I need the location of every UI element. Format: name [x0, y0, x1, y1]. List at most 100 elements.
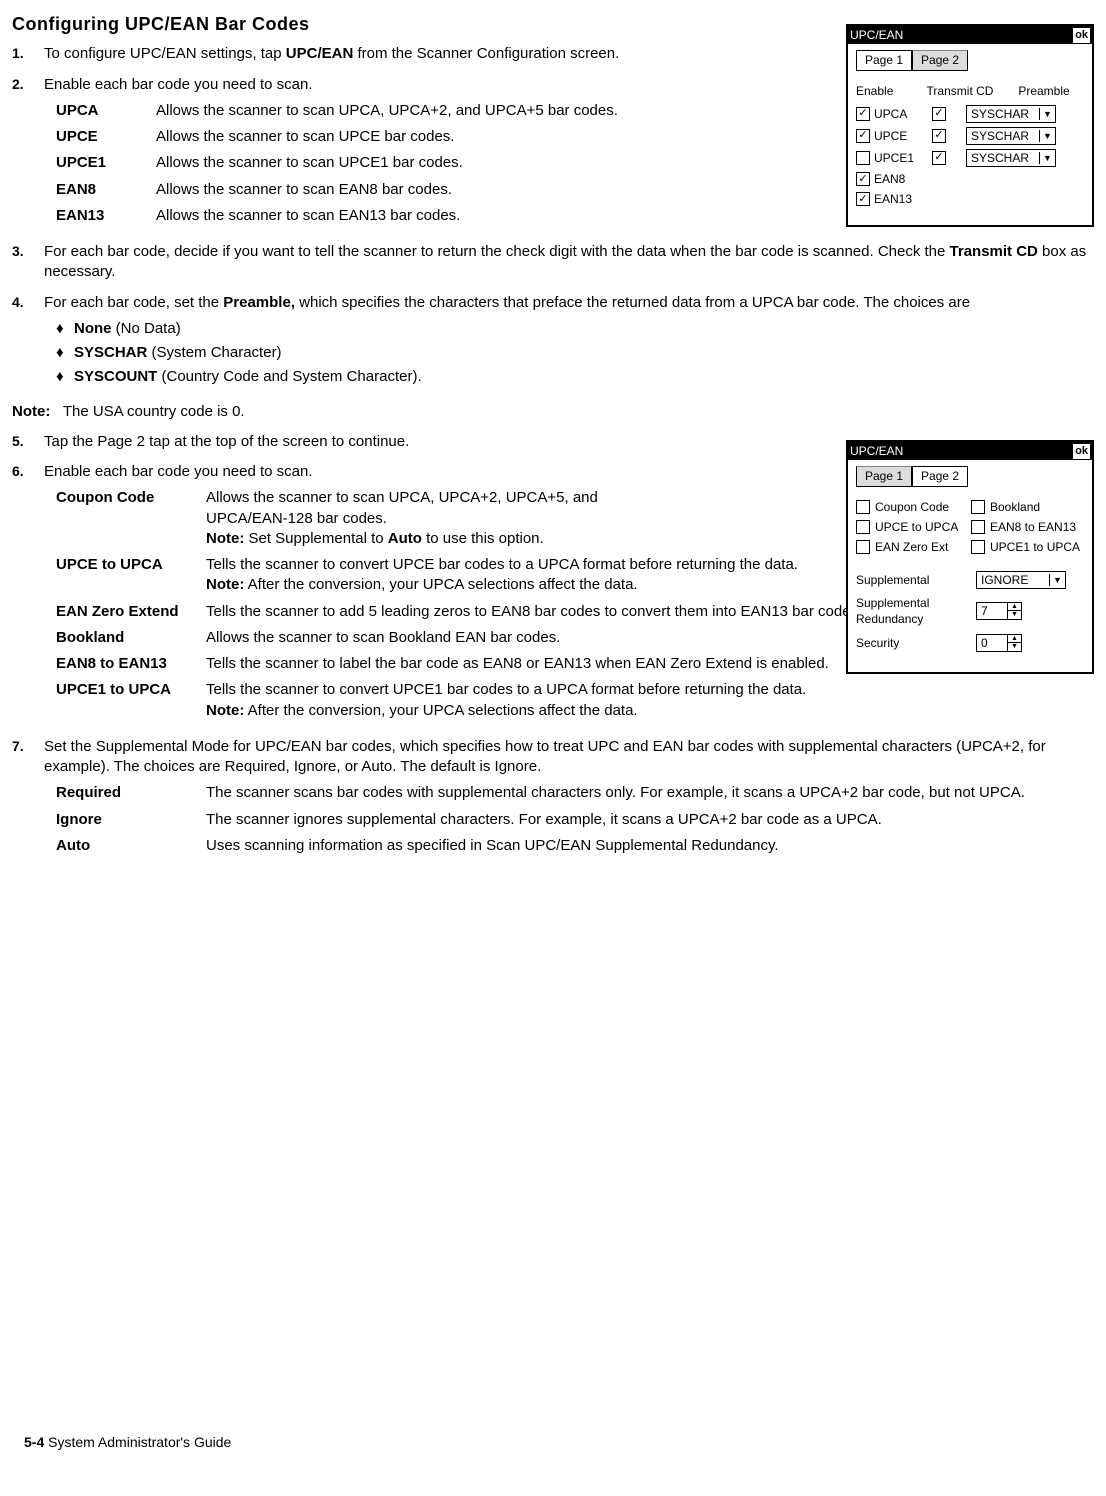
step-number: 5.	[12, 432, 44, 452]
checkbox-enable-upce[interactable]: ✓	[856, 129, 870, 143]
step-number: 7.	[12, 737, 44, 862]
dialog-upc-ean-page2: UPC/EAN ok Page 1 Page 2 Coupon Code Boo…	[846, 440, 1094, 673]
row-ean13: ✓ EAN13	[856, 191, 1084, 207]
dialog1-ok-button[interactable]: ok	[1073, 28, 1090, 43]
tab-page-1[interactable]: Page 1	[856, 50, 912, 70]
label-ean13: EAN13	[874, 191, 926, 207]
arrow-up-icon[interactable]: ▲	[1008, 603, 1021, 611]
step-number: 2.	[12, 75, 44, 233]
select-preamble-upce[interactable]: SYSCHAR▼	[966, 127, 1056, 145]
chevron-down-icon: ▼	[1039, 108, 1055, 120]
arrow-down-icon[interactable]: ▼	[1008, 643, 1021, 651]
term-required: Required	[56, 783, 206, 803]
step-number: 3.	[12, 242, 44, 283]
step-2-text: Enable each bar code you need to scan.	[44, 75, 664, 95]
step-number: 6.	[12, 462, 44, 727]
label-bookland: Bookland	[990, 499, 1040, 515]
checkbox-enable-ean8[interactable]: ✓	[856, 172, 870, 186]
term-ean-zero-extend: EAN Zero Extend	[56, 602, 206, 622]
def-upce1-to-upca: Tells the scanner to convert UPCE1 bar c…	[206, 680, 1094, 721]
term-ignore: Ignore	[56, 810, 206, 830]
checkbox-ean-zero-ext[interactable]	[856, 540, 870, 554]
def-ean13: Allows the scanner to scan EAN13 bar cod…	[156, 206, 664, 226]
checkbox-ean8-to-ean13[interactable]	[971, 520, 985, 534]
header-preamble: Preamble	[994, 83, 1084, 99]
checkbox-bookland[interactable]	[971, 500, 985, 514]
checkbox-upce1-to-upca[interactable]	[971, 540, 985, 554]
tab-page-2[interactable]: Page 2	[912, 50, 968, 70]
label-upce1: UPCE1	[874, 150, 926, 166]
step-3-text: For each bar code, decide if you want to…	[44, 242, 1094, 283]
checkbox-transmit-upca[interactable]: ✓	[932, 107, 946, 121]
term-upce1-to-upca: UPCE1 to UPCA	[56, 680, 206, 721]
arrow-up-icon[interactable]: ▲	[1008, 635, 1021, 643]
row-ean8: ✓ EAN8	[856, 171, 1084, 187]
step-4-text: For each bar code, set the Preamble, whi…	[44, 293, 1094, 313]
term-coupon-code: Coupon Code	[56, 488, 206, 549]
row-upce: ✓ UPCE ✓ SYSCHAR▼	[856, 127, 1084, 145]
term-auto: Auto	[56, 836, 206, 856]
spinner-security[interactable]: 0▲▼	[976, 634, 1022, 652]
chevron-down-icon: ▼	[1039, 152, 1055, 164]
label-security: Security	[856, 635, 976, 651]
def-upce: Allows the scanner to scan UPCE bar code…	[156, 127, 664, 147]
bullet-syscount: ♦SYSCOUNT (Country Code and System Chara…	[44, 367, 1094, 387]
checkbox-coupon-code[interactable]	[856, 500, 870, 514]
step-5-text: Tap the Page 2 tap at the top of the scr…	[44, 432, 694, 452]
label-upca: UPCA	[874, 106, 926, 122]
label-ean8-to-ean13: EAN8 to EAN13	[990, 519, 1076, 535]
dialog2-ok-button[interactable]: ok	[1073, 444, 1090, 459]
term-bookland: Bookland	[56, 628, 206, 648]
label-coupon-code: Coupon Code	[875, 499, 949, 515]
bullet-syschar: ♦SYSCHAR (System Character)	[44, 343, 1094, 363]
term-upca: UPCA	[56, 101, 156, 121]
term-upce-to-upca: UPCE to UPCA	[56, 555, 206, 596]
label-ean8: EAN8	[874, 171, 926, 187]
def-ignore: The scanner ignores supplemental charact…	[206, 810, 1094, 830]
arrow-down-icon[interactable]: ▼	[1008, 611, 1021, 619]
term-ean8-to-ean13: EAN8 to EAN13	[56, 654, 206, 674]
def-auto: Uses scanning information as specified i…	[206, 836, 1094, 856]
checkbox-enable-upca[interactable]: ✓	[856, 107, 870, 121]
select-supplemental[interactable]: IGNORE▼	[976, 571, 1066, 589]
page-footer: 5-4 System Administrator's Guide	[24, 1433, 231, 1452]
header-transmit-cd: Transmit CD	[926, 83, 994, 99]
row-upce1: UPCE1 ✓ SYSCHAR▼	[856, 149, 1084, 167]
def-required: The scanner scans bar codes with supplem…	[206, 783, 1094, 803]
tab-page-2[interactable]: Page 2	[912, 466, 968, 486]
step-7-text: Set the Supplemental Mode for UPC/EAN ba…	[44, 737, 1094, 778]
checkbox-enable-upce1[interactable]	[856, 151, 870, 165]
dialog-upc-ean-page1: UPC/EAN ok Page 1 Page 2 Enable Transmit…	[846, 24, 1094, 227]
step-1-text: To configure UPC/EAN settings, tap UPC/E…	[44, 44, 664, 64]
dialog2-title: UPC/EAN	[850, 443, 903, 459]
def-upca: Allows the scanner to scan UPCA, UPCA+2,…	[156, 101, 664, 121]
label-upce-to-upca: UPCE to UPCA	[875, 519, 958, 535]
term-upce1: UPCE1	[56, 153, 156, 173]
chevron-down-icon: ▼	[1049, 574, 1065, 586]
label-upce: UPCE	[874, 128, 926, 144]
checkbox-upce-to-upca[interactable]	[856, 520, 870, 534]
dialog1-title: UPC/EAN	[850, 27, 903, 43]
label-upce1-to-upca: UPCE1 to UPCA	[990, 539, 1080, 555]
step-number: 1.	[12, 44, 44, 64]
note-usa-country: Note: The USA country code is 0.	[12, 402, 1094, 422]
label-ean-zero-ext: EAN Zero Ext	[875, 539, 948, 555]
checkbox-enable-ean13[interactable]: ✓	[856, 192, 870, 206]
def-ean8: Allows the scanner to scan EAN8 bar code…	[156, 180, 664, 200]
tab-page-1[interactable]: Page 1	[856, 466, 912, 486]
checkbox-transmit-upce1[interactable]: ✓	[932, 151, 946, 165]
term-ean8: EAN8	[56, 180, 156, 200]
label-supplemental-redundancy: Supplemental Redundancy	[856, 595, 976, 627]
label-supplemental: Supplemental	[856, 572, 976, 588]
chevron-down-icon: ▼	[1039, 130, 1055, 142]
row-upca: ✓ UPCA ✓ SYSCHAR▼	[856, 105, 1084, 123]
spinner-redundancy[interactable]: 7▲▼	[976, 602, 1022, 620]
bullet-none: ♦None (No Data)	[44, 319, 1094, 339]
select-preamble-upce1[interactable]: SYSCHAR▼	[966, 149, 1056, 167]
term-ean13: EAN13	[56, 206, 156, 226]
select-preamble-upca[interactable]: SYSCHAR▼	[966, 105, 1056, 123]
dialog1-column-headers: Enable Transmit CD Preamble	[856, 83, 1084, 99]
checkbox-transmit-upce[interactable]: ✓	[932, 129, 946, 143]
term-upce: UPCE	[56, 127, 156, 147]
step-number: 4.	[12, 293, 44, 392]
